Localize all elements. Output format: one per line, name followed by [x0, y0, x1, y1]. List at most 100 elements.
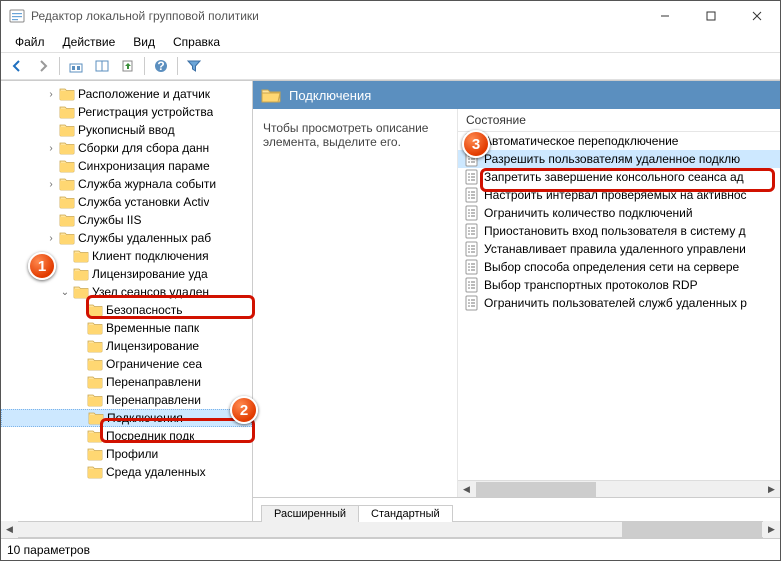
- scroll-left-button[interactable]: ◀: [1, 521, 18, 538]
- status-bar: 10 параметров: [1, 538, 780, 560]
- policy-row[interactable]: Запретить завершение консольного сеанса …: [458, 168, 780, 186]
- policy-row[interactable]: Ограничить количество подключений: [458, 204, 780, 222]
- details-button[interactable]: [90, 54, 114, 78]
- tab-extended[interactable]: Расширенный: [261, 505, 359, 522]
- policy-row[interactable]: Разрешить пользователям удаленное подклю: [458, 150, 780, 168]
- tree-item[interactable]: › Расположение и датчик: [1, 85, 252, 103]
- window-buttons: [642, 1, 780, 31]
- scroll-right-button[interactable]: ▶: [763, 521, 780, 538]
- filter-button[interactable]: [182, 54, 206, 78]
- scroll-right-button[interactable]: ▶: [763, 481, 780, 498]
- tree-item-label: Среда удаленных: [106, 465, 206, 479]
- status-text: 10 параметров: [7, 543, 90, 557]
- tree-pane: › Расположение и датчик Регистрация устрой…: [1, 81, 253, 521]
- tree-scroll[interactable]: › Расположение и датчик Регистрация устрой…: [1, 81, 252, 521]
- menu-file[interactable]: Файл: [7, 33, 53, 51]
- up-level-button[interactable]: [64, 54, 88, 78]
- maximize-button[interactable]: [688, 1, 734, 31]
- tree-item-label: Профили: [106, 447, 158, 461]
- expand-icon[interactable]: ›: [43, 179, 59, 190]
- policy-icon: [464, 259, 480, 275]
- policy-label: Запретить завершение консольного сеанса …: [484, 170, 744, 184]
- tree-item-label: Временные папк: [106, 321, 199, 335]
- tree-item[interactable]: Профили: [1, 445, 252, 463]
- folder-icon: [59, 87, 75, 101]
- help-button[interactable]: ?: [149, 54, 173, 78]
- tree-item-label: Ограничение сеа: [106, 357, 202, 371]
- tree-item[interactable]: Синхронизация параме: [1, 157, 252, 175]
- description-text: Чтобы просмотреть описание элемента, выд…: [253, 109, 458, 497]
- folder-icon: [87, 375, 103, 389]
- policy-icon: [464, 223, 480, 239]
- tree-item[interactable]: Временные папк: [1, 319, 252, 337]
- menu-view[interactable]: Вид: [125, 33, 163, 51]
- scroll-thumb[interactable]: [476, 482, 596, 497]
- tree-item-label: Лицензирование: [106, 339, 199, 353]
- menu-action[interactable]: Действие: [55, 33, 124, 51]
- tree-item[interactable]: Перенаправлени: [1, 373, 252, 391]
- close-button[interactable]: [734, 1, 780, 31]
- policy-row[interactable]: Выбор транспортных протоколов RDP: [458, 276, 780, 294]
- policy-row[interactable]: Выбор способа определения сети на сервер…: [458, 258, 780, 276]
- menu-help[interactable]: Справка: [165, 33, 228, 51]
- policy-row[interactable]: Настроить интервал проверяемых на активн…: [458, 186, 780, 204]
- policy-label: Приостановить вход пользователя в систем…: [484, 224, 746, 238]
- tree-item[interactable]: Службы IIS: [1, 211, 252, 229]
- scroll-thumb[interactable]: [622, 522, 762, 537]
- toolbar-sep3: [177, 57, 178, 75]
- folder-icon: [87, 393, 103, 407]
- column-header-state[interactable]: Состояние: [458, 109, 780, 132]
- policy-icon: [464, 169, 480, 185]
- policy-icon: [464, 187, 480, 203]
- expand-icon[interactable]: ›: [43, 143, 59, 154]
- policy-label: Выбор способа определения сети на сервер…: [484, 260, 739, 274]
- tree-item[interactable]: Служба установки Activ: [1, 193, 252, 211]
- policy-label: Ограничить количество подключений: [484, 206, 693, 220]
- policy-label: Автоматическое переподключение: [484, 134, 678, 148]
- policy-label: Выбор транспортных протоколов RDP: [484, 278, 698, 292]
- tree-h-scrollbar[interactable]: ◀ ▶: [1, 521, 780, 538]
- tree-item[interactable]: Лицензирование: [1, 337, 252, 355]
- tree-item-label: Службы удаленных раб: [78, 231, 211, 245]
- tree-item[interactable]: › Служба журнала событи: [1, 175, 252, 193]
- export-button[interactable]: [116, 54, 140, 78]
- svg-text:?: ?: [157, 59, 164, 73]
- tree-item-label: Расположение и датчик: [78, 87, 210, 101]
- tree-item[interactable]: ⌄Узел сеансов удален: [1, 283, 252, 301]
- back-button[interactable]: [5, 54, 29, 78]
- h-scrollbar[interactable]: ◀ ▶: [458, 480, 780, 497]
- tree-item[interactable]: ›Сборки для сбора данн: [1, 139, 252, 157]
- policy-row[interactable]: Автоматическое переподключение: [458, 132, 780, 150]
- tree-item[interactable]: Рукописный ввод: [1, 121, 252, 139]
- policy-row[interactable]: Приостановить вход пользователя в систем…: [458, 222, 780, 240]
- tree-item[interactable]: Посредник подк: [1, 427, 252, 445]
- policy-row[interactable]: Устанавливает правила удаленного управле…: [458, 240, 780, 258]
- tree-item-label: Служба журнала событи: [78, 177, 216, 191]
- minimize-button[interactable]: [642, 1, 688, 31]
- policy-list-scroll[interactable]: Состояние Автоматическое переподключение…: [458, 109, 780, 497]
- expand-icon[interactable]: ›: [43, 233, 59, 244]
- policy-row[interactable]: Ограничить пользователей служб удаленных…: [458, 294, 780, 312]
- tree-item[interactable]: Перенаправлени: [1, 391, 252, 409]
- tree-item[interactable]: Подключения: [1, 409, 252, 427]
- tree-item-label: Лицензирование уда: [92, 267, 208, 281]
- tree-item-label: Рукописный ввод: [78, 123, 175, 137]
- right-pane: Подключения Чтобы просмотреть описание э…: [253, 81, 780, 521]
- toolbar-sep: [59, 57, 60, 75]
- tab-standard[interactable]: Стандартный: [358, 505, 453, 522]
- tree-item[interactable]: › Службы удаленных раб: [1, 229, 252, 247]
- forward-button[interactable]: [31, 54, 55, 78]
- tree-item[interactable]: Среда удаленных: [1, 463, 252, 481]
- folder-open-icon: [261, 87, 281, 103]
- tree-item[interactable]: Ограничение сеа: [1, 355, 252, 373]
- tree-item[interactable]: Безопасность: [1, 301, 252, 319]
- scroll-left-button[interactable]: ◀: [458, 481, 475, 498]
- marker-1: 1: [28, 252, 56, 280]
- folder-icon: [87, 357, 103, 371]
- tree-item[interactable]: Регистрация устройства: [1, 103, 252, 121]
- expand-icon[interactable]: ›: [43, 89, 59, 100]
- collapse-icon[interactable]: ⌄: [57, 287, 73, 298]
- folder-icon: [73, 267, 89, 281]
- window-frame: Редактор локальной групповой политики Фа…: [0, 0, 781, 561]
- right-body: Чтобы просмотреть описание элемента, выд…: [253, 109, 780, 497]
